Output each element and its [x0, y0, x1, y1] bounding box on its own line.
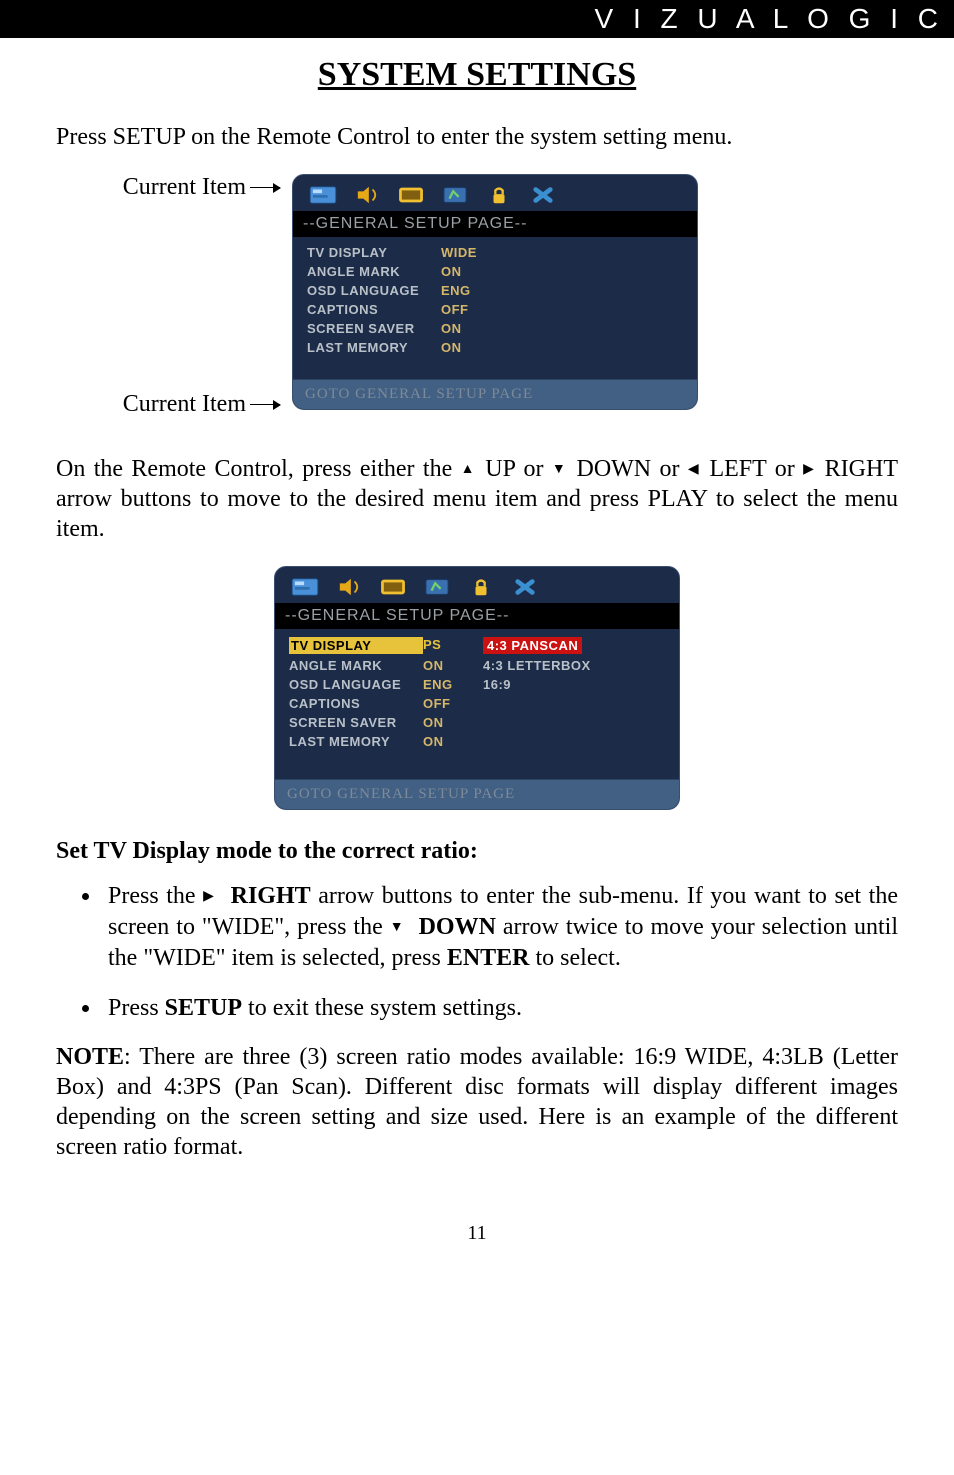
arrow-icon [250, 187, 280, 189]
current-item-label-bottom: Current Item [123, 391, 280, 418]
down-arrow-icon: ▼ [552, 460, 568, 476]
osd-row[interactable]: OSD LANGUAGEENG [293, 281, 697, 300]
osd1-wrapper: Current Item Current Item [56, 174, 898, 434]
tab-preference-icon[interactable] [421, 575, 453, 599]
tab-video-icon[interactable] [395, 183, 427, 207]
osd-footer: GOTO GENERAL SETUP PAGE [293, 379, 697, 409]
intro-text: Press SETUP on the Remote Control to ent… [56, 122, 898, 152]
osd-body: TV DISPLAYWIDE ANGLE MARKON OSD LANGUAGE… [293, 237, 697, 379]
osd-row[interactable]: ANGLE MARKON [293, 262, 697, 281]
down-arrow-icon: ▼ [390, 918, 405, 934]
section-heading: Set TV Display mode to the correct ratio… [56, 838, 898, 865]
osd-row[interactable]: CAPTIONSOFF [293, 300, 697, 319]
tab-audio-icon[interactable] [351, 183, 383, 207]
note-text: NOTE: There are three (3) screen ratio m… [56, 1042, 898, 1162]
tab-lock-icon[interactable] [483, 183, 515, 207]
osd-row[interactable]: CAPTIONSOFF [275, 694, 679, 713]
osd-row[interactable]: LAST MEMORYON [275, 732, 679, 751]
navigation-instructions: On the Remote Control, press either the … [56, 454, 898, 544]
tab-exit-icon[interactable] [509, 575, 541, 599]
tab-lock-icon[interactable] [465, 575, 497, 599]
osd-section-header: --GENERAL SETUP PAGE-- [275, 603, 679, 629]
osd-tabs [275, 567, 679, 603]
instruction-list: Press the ▶ RIGHT arrow buttons to enter… [56, 881, 898, 1024]
osd-row[interactable]: TV DISPLAYWIDE [293, 243, 697, 262]
osd-row[interactable]: SCREEN SAVERON [293, 319, 697, 338]
header-bar: V I Z U A L O G I C [0, 0, 954, 38]
tab-general-icon[interactable] [289, 575, 321, 599]
up-arrow-icon: ▲ [461, 460, 477, 476]
tab-preference-icon[interactable] [439, 183, 471, 207]
right-arrow-icon: ▶ [803, 460, 816, 476]
tab-video-icon[interactable] [377, 575, 409, 599]
option-highlight[interactable]: 4:3 PANSCAN [483, 637, 582, 654]
current-item-label-top: Current Item [123, 174, 280, 201]
osd-panel-2: --GENERAL SETUP PAGE-- TV DISPLAY PS 4:3… [274, 566, 680, 810]
right-arrow-icon: ▶ [203, 887, 215, 903]
tab-general-icon[interactable] [307, 183, 339, 207]
arrow-icon [250, 404, 280, 406]
osd-row-selected[interactable]: TV DISPLAY PS 4:3 PANSCAN [275, 635, 679, 656]
osd-row[interactable]: LAST MEMORYON [293, 338, 697, 357]
left-arrow-icon: ◀ [688, 460, 701, 476]
brand-logo: V I Z U A L O G I C [595, 3, 944, 35]
osd-row[interactable]: OSD LANGUAGEENG16:9 [275, 675, 679, 694]
tab-audio-icon[interactable] [333, 575, 365, 599]
osd-panel-1: --GENERAL SETUP PAGE-- TV DISPLAYWIDE AN… [292, 174, 698, 410]
osd-row[interactable]: SCREEN SAVERON [275, 713, 679, 732]
page-number: 11 [56, 1222, 898, 1245]
osd-footer: GOTO GENERAL SETUP PAGE [275, 779, 679, 809]
osd-row[interactable]: ANGLE MARKON4:3 LETTERBOX [275, 656, 679, 675]
list-item: Press SETUP to exit these system setting… [102, 993, 898, 1024]
tab-exit-icon[interactable] [527, 183, 559, 207]
osd-section-header: --GENERAL SETUP PAGE-- [293, 211, 697, 237]
list-item: Press the ▶ RIGHT arrow buttons to enter… [102, 881, 898, 975]
page-title: SYSTEM SETTINGS [56, 56, 898, 94]
osd-tabs [293, 175, 697, 211]
osd-body: TV DISPLAY PS 4:3 PANSCAN ANGLE MARKON4:… [275, 629, 679, 779]
